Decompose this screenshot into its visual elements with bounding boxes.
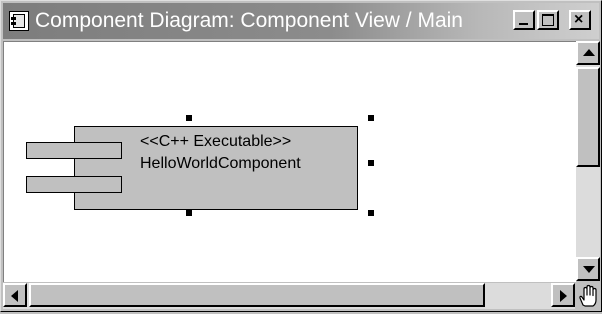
arrow-left-icon xyxy=(11,290,18,302)
scroll-down-button[interactable] xyxy=(576,257,600,281)
horizontal-scroll-thumb[interactable] xyxy=(29,283,485,307)
component-name: HelloWorldComponent xyxy=(140,155,301,172)
maximize-button[interactable] xyxy=(537,10,559,30)
selection-handle-top-left[interactable] xyxy=(186,115,192,121)
scrollbar-corner xyxy=(576,283,600,309)
scroll-left-button[interactable] xyxy=(3,283,27,307)
arrow-down-icon xyxy=(583,266,595,273)
close-button[interactable]: × xyxy=(569,10,591,30)
maximize-icon xyxy=(542,14,554,26)
minimize-button[interactable] xyxy=(513,10,535,30)
diagram-canvas[interactable]: <<C++ Executable>> HelloWorldComponent xyxy=(3,41,576,282)
selection-handle-bottom-left[interactable] xyxy=(186,210,192,216)
arrow-up-icon xyxy=(583,49,595,56)
component-stereotype: <<C++ Executable>> xyxy=(140,133,292,150)
component-tab-top xyxy=(26,142,122,159)
minimize-icon xyxy=(519,23,528,25)
component-diagram-icon[interactable] xyxy=(9,11,29,31)
icon-tab-bottom xyxy=(11,22,16,25)
title-bar[interactable]: Component Diagram: Component View / Main… xyxy=(3,3,599,39)
vertical-scrollbar[interactable] xyxy=(576,41,600,281)
component-diagram-window: Component Diagram: Component View / Main… xyxy=(0,0,602,312)
horizontal-scrollbar[interactable] xyxy=(3,283,575,309)
selection-handle-top-right[interactable] xyxy=(368,115,374,121)
component-tab-bottom xyxy=(26,176,122,193)
vertical-scroll-thumb[interactable] xyxy=(576,67,600,167)
close-icon: × xyxy=(574,11,584,28)
window-title: Component Diagram: Component View / Main xyxy=(35,9,463,32)
scroll-right-button[interactable] xyxy=(551,283,575,307)
selection-handle-bottom-right[interactable] xyxy=(368,210,374,216)
selection-handle-right-middle[interactable] xyxy=(368,160,374,166)
arrow-right-icon xyxy=(560,290,567,302)
hand-cursor-icon xyxy=(579,284,597,307)
scroll-up-button[interactable] xyxy=(576,41,600,65)
icon-tab-top xyxy=(11,17,16,20)
